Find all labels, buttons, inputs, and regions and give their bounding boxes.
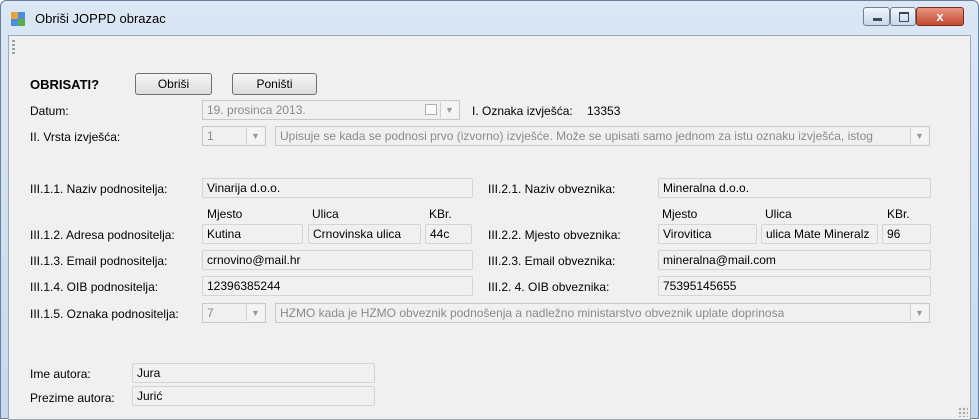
podnositelj-kbr-field[interactable]: 44c [425, 224, 472, 244]
obveznik-naziv-label: III.2.1. Naziv obveznika: [488, 182, 616, 196]
podnositelj-ulica-field[interactable]: Crnovinska ulica [308, 224, 421, 244]
datum-label: Datum: [30, 104, 69, 118]
obveznik-ulica-field[interactable]: ulica Mate Mineralz [761, 224, 878, 244]
close-icon: x [936, 9, 944, 24]
toolstrip [9, 36, 970, 60]
prezime-autora-field[interactable]: Jurić [132, 386, 375, 406]
ime-autora-label: Ime autora: [30, 367, 91, 381]
podnositelj-naziv-label: III.1.1. Naziv podnositelja: [30, 182, 168, 196]
delete-button[interactable]: Obriši [135, 73, 212, 95]
vrsta-label: II. Vrsta izvješća: [30, 130, 121, 144]
close-button[interactable]: x [916, 7, 964, 26]
podnositelj-kbr-header: KBr. [429, 207, 452, 221]
podnositelj-oib-label: III.1.4. OIB podnositelja: [30, 280, 159, 294]
podnositelj-email-field[interactable]: crnovino@mail.hr [202, 250, 473, 270]
podnositelj-oib-field[interactable]: 12396385244 [202, 276, 473, 296]
datum-value: 19. prosinca 2013. [207, 103, 306, 117]
podnositelj-oznaka-desc: HZMO kada je HZMO obveznik podnošenja a … [280, 306, 785, 320]
toolstrip-grip-icon[interactable] [12, 40, 15, 56]
chevron-down-icon[interactable]: ▼ [246, 128, 264, 144]
chevron-down-icon[interactable]: ▼ [246, 305, 264, 321]
delete-prompt: OBRISATI? [30, 77, 100, 92]
form-body: OBRISATI? Obriši Poništi Datum: 19. pros… [8, 35, 971, 420]
obveznik-mjesto-header: Mjesto [662, 207, 698, 221]
vrsta-code-select[interactable]: 1 ▼ [202, 126, 266, 146]
podnositelj-ulica-header: Ulica [312, 207, 339, 221]
minimize-icon [873, 18, 882, 21]
obveznik-email-field[interactable]: mineralna@mail.com [658, 250, 931, 270]
podnositelj-oznaka-label: III.1.5. Oznaka podnositelja: [30, 307, 179, 321]
maximize-button[interactable] [890, 7, 916, 26]
podnositelj-mjesto-header: Mjesto [207, 207, 243, 221]
app-icon [11, 12, 25, 26]
obveznik-oib-label: III.2. 4. OIB obveznika: [488, 280, 610, 294]
obveznik-kbr-field[interactable]: 96 [882, 224, 931, 244]
podnositelj-mjesto-field[interactable]: Kutina [202, 224, 303, 244]
obveznik-email-label: III.2.3. Email obveznika: [488, 254, 616, 268]
datum-picker[interactable]: 19. prosinca 2013. ▼ [202, 100, 460, 120]
obveznik-mjesto-field[interactable]: Virovitica [658, 224, 757, 244]
window: Obriši JOPPD obrazac x OBRISATI? Obriši … [0, 0, 979, 420]
maximize-icon [899, 12, 909, 22]
vrsta-description-select[interactable]: Upisuje se kada se podnosi prvo (izvorno… [275, 126, 930, 146]
calendar-icon [425, 104, 437, 115]
oznaka-label: I. Oznaka izvješća: [472, 104, 573, 118]
podnositelj-naziv-field[interactable]: Vinarija d.o.o. [202, 178, 473, 198]
obveznik-ulica-header: Ulica [765, 207, 792, 221]
resize-grip-icon[interactable] [958, 407, 968, 417]
ime-autora-field[interactable]: Jura [132, 363, 375, 383]
chevron-down-icon[interactable]: ▼ [440, 102, 458, 118]
podnositelj-adresa-label: III.1.2. Adresa podnositelja: [30, 228, 175, 242]
podnositelj-oznaka-desc-select[interactable]: HZMO kada je HZMO obveznik podnošenja a … [275, 303, 930, 323]
obveznik-mjesto-label: III.2.2. Mjesto obveznika: [488, 228, 621, 242]
chevron-down-icon[interactable]: ▼ [910, 128, 928, 144]
podnositelj-oznaka-code-select[interactable]: 7 ▼ [202, 303, 266, 323]
obveznik-oib-field[interactable]: 75395145655 [658, 276, 931, 296]
oznaka-value: 13353 [587, 104, 621, 118]
title-bar: Obriši JOPPD obrazac x [1, 1, 978, 35]
window-title: Obriši JOPPD obrazac [35, 11, 166, 26]
podnositelj-oznaka-code: 7 [207, 306, 214, 320]
minimize-button[interactable] [863, 7, 890, 26]
vrsta-description: Upisuje se kada se podnosi prvo (izvorno… [280, 129, 873, 143]
cancel-button[interactable]: Poništi [232, 73, 317, 95]
podnositelj-email-label: III.1.3. Email podnositelja: [30, 254, 168, 268]
chevron-down-icon[interactable]: ▼ [910, 305, 928, 321]
obveznik-kbr-header: KBr. [887, 207, 910, 221]
obveznik-naziv-field[interactable]: Mineralna d.o.o. [658, 178, 931, 198]
prezime-autora-label: Prezime autora: [30, 391, 115, 405]
vrsta-code: 1 [207, 129, 214, 143]
